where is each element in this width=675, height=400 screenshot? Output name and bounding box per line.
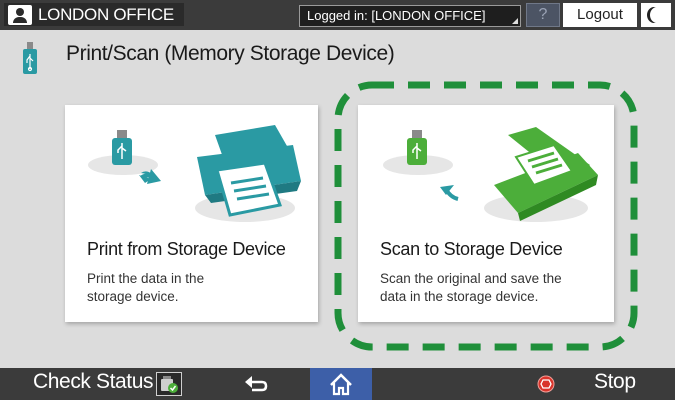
home-icon	[330, 373, 352, 396]
print-illustration	[88, 125, 301, 222]
device-status-icon	[161, 376, 178, 393]
stop-icon[interactable]	[537, 375, 555, 393]
moon-icon	[650, 7, 664, 23]
scan-illustration	[383, 127, 598, 222]
back-icon[interactable]	[244, 374, 268, 394]
stop-button[interactable]: Stop	[594, 370, 636, 394]
user-icon	[8, 4, 32, 25]
card-title: Scan to Storage Device	[380, 239, 563, 259]
logout-button[interactable]: Logout	[563, 3, 637, 27]
usb-drive-icon	[23, 42, 37, 74]
card-description: Print the data in the storage device.	[87, 271, 205, 304]
card-title: Print from Storage Device	[87, 239, 286, 259]
print-from-storage-card[interactable]: Print from Storage Device Print the data…	[65, 105, 318, 322]
check-status-button[interactable]: Check Status	[33, 370, 153, 394]
expand-corner-icon	[512, 18, 518, 24]
display-mode-button[interactable]	[641, 3, 671, 27]
page-title: Print/Scan (Memory Storage Device)	[66, 42, 395, 65]
login-status-box[interactable]: Logged in: [LONDON OFFICE]	[299, 5, 521, 27]
help-button[interactable]: ?	[526, 3, 560, 27]
top-bar: LONDON OFFICE Logged in: [LONDON OFFICE]…	[0, 0, 675, 30]
login-status-text: Logged in: [LONDON OFFICE]	[307, 8, 486, 23]
card-description: Scan the original and save the data in t…	[380, 271, 562, 304]
bottom-bar: Check Status Stop	[0, 368, 675, 400]
user-name: LONDON OFFICE	[38, 4, 174, 24]
home-button[interactable]	[310, 368, 372, 400]
scan-to-storage-card[interactable]: Scan to Storage Device Scan the original…	[358, 105, 614, 322]
user-indicator[interactable]: LONDON OFFICE	[4, 3, 184, 26]
device-status-button[interactable]	[156, 372, 182, 396]
